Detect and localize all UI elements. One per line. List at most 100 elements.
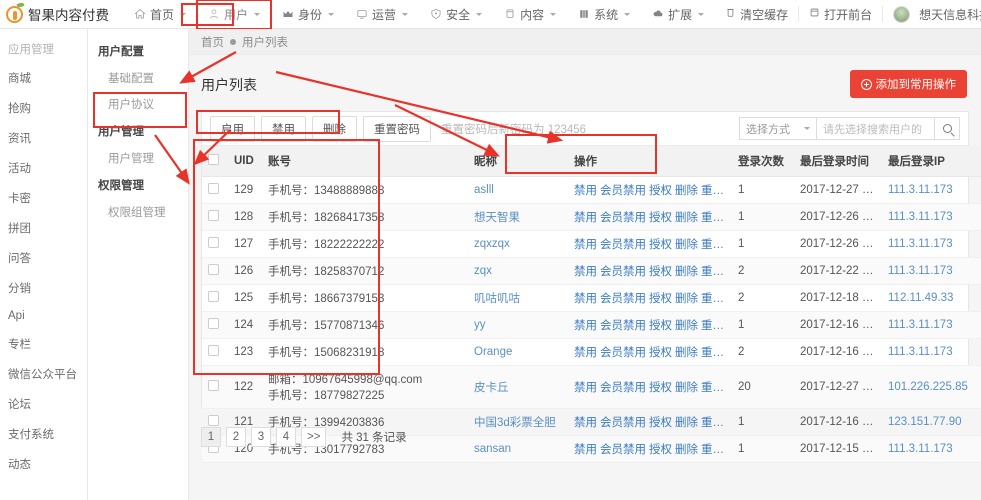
op-link-禁用[interactable]: 禁用 bbox=[574, 382, 597, 394]
op-link-删除[interactable]: 删除 bbox=[675, 239, 698, 251]
cell-nickname[interactable]: Orange bbox=[468, 338, 568, 366]
sidebar-item-distribution[interactable]: 分销 bbox=[0, 273, 87, 303]
op-link-授权[interactable]: 授权 bbox=[649, 444, 672, 456]
sidebar-item-basic-config[interactable]: 基础配置 bbox=[88, 65, 188, 91]
op-link-授权[interactable]: 授权 bbox=[649, 185, 672, 197]
op-link-重置密码[interactable]: 重置密码 bbox=[701, 382, 732, 394]
breadcrumb-home[interactable]: 首页 bbox=[201, 34, 224, 50]
nav-item-home[interactable]: 首页 bbox=[123, 0, 197, 29]
cell-nickname[interactable]: 中国3d彩票全胆 bbox=[468, 408, 568, 436]
row-checkbox-cell[interactable] bbox=[202, 257, 228, 285]
nav-item-system[interactable]: 系统 bbox=[567, 0, 641, 29]
search-input[interactable]: 请先选择搜索用户的 bbox=[816, 117, 934, 140]
op-link-禁用[interactable]: 禁用 bbox=[574, 444, 597, 456]
op-link-重置密码[interactable]: 重置密码 bbox=[701, 417, 732, 429]
clear-cache-button[interactable]: 清空缓存 bbox=[715, 6, 798, 23]
op-link-会员禁用[interactable]: 会员禁用 bbox=[600, 293, 646, 305]
sidebar-item-forum[interactable]: 论坛 bbox=[0, 389, 87, 419]
op-link-删除[interactable]: 删除 bbox=[675, 185, 698, 197]
op-link-禁用[interactable]: 禁用 bbox=[574, 417, 597, 429]
nav-item-identity[interactable]: 身份 bbox=[271, 0, 345, 29]
op-link-重置密码[interactable]: 重置密码 bbox=[701, 239, 732, 251]
cell-nickname[interactable]: 叽咕叽咕 bbox=[468, 284, 568, 312]
op-link-授权[interactable]: 授权 bbox=[649, 347, 672, 359]
row-checkbox[interactable] bbox=[208, 183, 219, 194]
op-link-重置密码[interactable]: 重置密码 bbox=[701, 320, 732, 332]
op-link-会员禁用[interactable]: 会员禁用 bbox=[600, 185, 646, 197]
sidebar-item-payment[interactable]: 支付系统 bbox=[0, 419, 87, 449]
op-link-删除[interactable]: 删除 bbox=[675, 382, 698, 394]
cell-nickname[interactable]: zqxzqx bbox=[468, 230, 568, 258]
cell-nickname[interactable]: yy bbox=[468, 311, 568, 339]
op-link-删除[interactable]: 删除 bbox=[675, 212, 698, 224]
page-button-3[interactable]: 3 bbox=[251, 427, 271, 447]
row-checkbox[interactable] bbox=[208, 345, 219, 356]
op-link-禁用[interactable]: 禁用 bbox=[574, 320, 597, 332]
nav-item-user[interactable]: 用户 bbox=[196, 0, 273, 30]
cell-last-login-ip[interactable]: 111.3.11.173 bbox=[882, 311, 976, 339]
op-link-授权[interactable]: 授权 bbox=[649, 382, 672, 394]
row-checkbox[interactable] bbox=[208, 210, 219, 221]
row-checkbox[interactable] bbox=[208, 291, 219, 302]
cell-nickname[interactable]: 想天智果 bbox=[468, 203, 568, 231]
op-link-重置密码[interactable]: 重置密码 bbox=[701, 347, 732, 359]
cell-nickname[interactable]: aslll bbox=[468, 176, 568, 204]
row-checkbox-cell[interactable] bbox=[202, 176, 228, 204]
disable-button[interactable]: 禁用 bbox=[261, 115, 306, 142]
op-link-授权[interactable]: 授权 bbox=[649, 417, 672, 429]
op-link-重置密码[interactable]: 重置密码 bbox=[701, 293, 732, 305]
open-front-button[interactable]: 打开前台 bbox=[799, 6, 882, 23]
op-link-重置密码[interactable]: 重置密码 bbox=[701, 212, 732, 224]
op-link-禁用[interactable]: 禁用 bbox=[574, 347, 597, 359]
op-link-会员禁用[interactable]: 会员禁用 bbox=[600, 266, 646, 278]
cell-last-login-ip[interactable]: 123.151.77.90 bbox=[882, 408, 976, 436]
brand-logo[interactable]: 智果内容付费 bbox=[0, 0, 123, 28]
sidebar-item-activity[interactable]: 活动 bbox=[0, 153, 87, 183]
page-button-1[interactable]: 1 bbox=[201, 427, 221, 447]
sidebar-item-column[interactable]: 专栏 bbox=[0, 329, 87, 359]
delete-button[interactable]: 删除 bbox=[312, 115, 357, 142]
op-link-删除[interactable]: 删除 bbox=[675, 347, 698, 359]
op-link-会员禁用[interactable]: 会员禁用 bbox=[600, 417, 646, 429]
sidebar-item-user-agreement[interactable]: 用户协议 bbox=[88, 91, 188, 117]
op-link-删除[interactable]: 删除 bbox=[675, 417, 698, 429]
row-checkbox[interactable] bbox=[208, 318, 219, 329]
op-link-授权[interactable]: 授权 bbox=[649, 320, 672, 332]
sidebar-item-user-management[interactable]: 用户管理 bbox=[88, 145, 188, 171]
op-link-禁用[interactable]: 禁用 bbox=[574, 185, 597, 197]
op-link-会员禁用[interactable]: 会员禁用 bbox=[600, 239, 646, 251]
search-method-select[interactable]: 选择方式 bbox=[739, 117, 816, 140]
op-link-会员禁用[interactable]: 会员禁用 bbox=[600, 444, 646, 456]
row-checkbox[interactable] bbox=[208, 264, 219, 275]
row-checkbox[interactable] bbox=[208, 237, 219, 248]
page-button-2[interactable]: 2 bbox=[226, 427, 246, 447]
op-link-会员禁用[interactable]: 会员禁用 bbox=[600, 347, 646, 359]
add-to-common-operations-button[interactable]: 添加到常用操作 bbox=[849, 70, 967, 98]
op-link-会员禁用[interactable]: 会员禁用 bbox=[600, 212, 646, 224]
row-checkbox-cell[interactable] bbox=[202, 230, 228, 258]
op-link-删除[interactable]: 删除 bbox=[675, 266, 698, 278]
user-account-menu[interactable]: 想天信息科技 bbox=[883, 5, 981, 23]
op-link-删除[interactable]: 删除 bbox=[675, 320, 698, 332]
op-link-禁用[interactable]: 禁用 bbox=[574, 293, 597, 305]
op-link-重置密码[interactable]: 重置密码 bbox=[701, 444, 732, 456]
op-link-重置密码[interactable]: 重置密码 bbox=[701, 266, 732, 278]
sidebar-item-cardkey[interactable]: 卡密 bbox=[0, 183, 87, 213]
cell-nickname[interactable]: sansan bbox=[468, 435, 568, 463]
cell-nickname[interactable]: 皮卡丘 bbox=[468, 365, 568, 409]
cell-last-login-ip[interactable]: 111.3.11.173 bbox=[882, 338, 976, 366]
row-checkbox-cell[interactable] bbox=[202, 311, 228, 339]
op-link-授权[interactable]: 授权 bbox=[649, 239, 672, 251]
enable-button[interactable]: 启用 bbox=[210, 115, 255, 142]
row-checkbox-cell[interactable] bbox=[202, 338, 228, 366]
op-link-会员禁用[interactable]: 会员禁用 bbox=[600, 320, 646, 332]
row-checkbox[interactable] bbox=[208, 380, 219, 391]
sidebar-item-qa[interactable]: 问答 bbox=[0, 243, 87, 273]
cell-last-login-ip[interactable]: 112.11.49.33 bbox=[882, 284, 976, 312]
sidebar-item-api[interactable]: Api bbox=[0, 303, 87, 329]
reset-password-button[interactable]: 重置密码 bbox=[363, 115, 431, 142]
page-button-4[interactable]: 4 bbox=[276, 427, 296, 447]
op-link-禁用[interactable]: 禁用 bbox=[574, 212, 597, 224]
cell-nickname[interactable]: zqx bbox=[468, 257, 568, 285]
nav-item-content[interactable]: 内容 bbox=[493, 0, 567, 29]
